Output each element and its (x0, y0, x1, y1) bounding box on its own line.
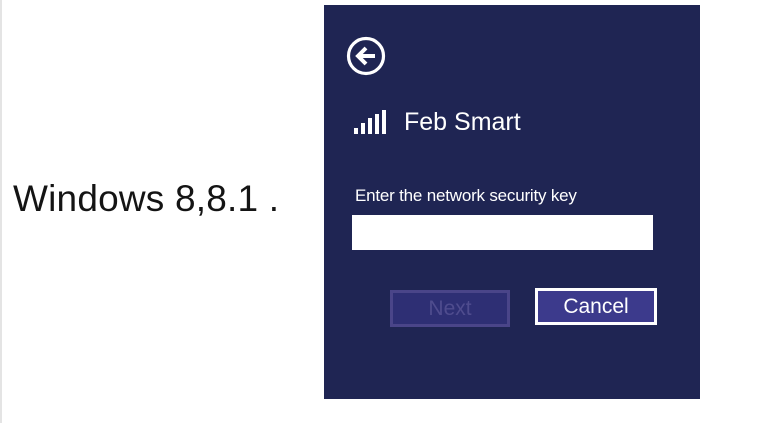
page-left-border (0, 0, 2, 423)
network-name: Feb Smart (404, 107, 521, 136)
network-entry: Feb Smart (354, 105, 521, 139)
next-button[interactable]: Next (390, 290, 510, 327)
wifi-connect-panel: Feb Smart Enter the network security key… (324, 5, 700, 399)
cancel-button-label: Cancel (563, 294, 629, 318)
cancel-button[interactable]: Cancel (535, 288, 657, 325)
back-button[interactable] (346, 36, 386, 76)
security-key-input[interactable] (352, 215, 653, 250)
wifi-signal-bars-icon (354, 110, 386, 134)
next-button-label: Next (428, 296, 472, 320)
os-version-caption: Windows 8,8.1 . (13, 178, 280, 219)
security-key-label: Enter the network security key (355, 186, 577, 205)
back-arrow-circle-icon (346, 36, 386, 76)
